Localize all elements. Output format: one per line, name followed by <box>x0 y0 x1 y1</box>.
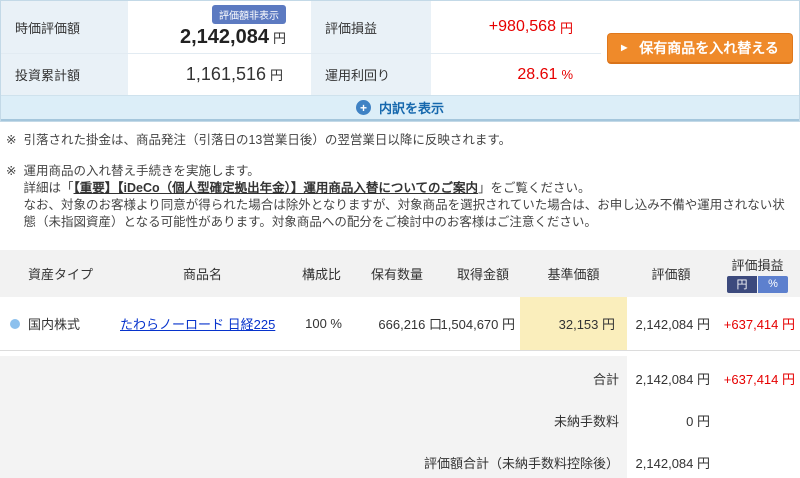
ratio-cell: 100 % <box>295 297 348 350</box>
header-acquisition: 取得金額 <box>446 250 520 297</box>
product-name-cell: たわらノーロード 日経225 <box>110 297 295 350</box>
note-line: 運用商品の入れ替え手続きを実施します。 <box>23 163 794 180</box>
valuation-cell: 2,142,084 円 <box>627 297 715 350</box>
header-asset-type: 資産タイプ <box>0 250 110 297</box>
valuation-summary-panel: 時価評価額 評価額非表示 2,142,084円 評価損益 +980,568円 ▶… <box>0 0 800 122</box>
pl-unit-toggle: 円 % <box>727 276 788 293</box>
total-label: 合計 <box>0 369 627 388</box>
swap-button-area: ▶ 保有商品を入れ替える <box>601 1 799 95</box>
total-valuation: 2,142,084 円 <box>627 369 715 388</box>
total-pl: +637,414 円 <box>715 369 800 388</box>
plus-icon: + <box>356 100 371 115</box>
notes-section: ※ 引落された掛金は、商品発注（引落日の13営業日後）の翌営業日以降に反映されま… <box>0 122 800 231</box>
ideco-holdings-page: 時価評価額 評価額非表示 2,142,084円 評価損益 +980,568円 ▶… <box>0 0 800 478</box>
header-nav: 基準価額 <box>520 250 627 297</box>
header-ratio: 構成比 <box>295 250 348 297</box>
pl-value: +980,568 <box>489 18 556 36</box>
pl-label: 評価損益 <box>311 1 431 54</box>
breakdown-label: 内訳を表示 <box>379 98 444 117</box>
asset-type-cell: 国内株式 <box>0 297 110 350</box>
invested-unit: 円 <box>270 65 283 84</box>
swap-products-button[interactable]: ▶ 保有商品を入れ替える <box>607 33 793 64</box>
note-text: 引落された掛金は、商品発注（引落日の13営業日後）の翌営業日以降に反映されます。 <box>23 132 511 149</box>
hidden-valuation-badge: 評価額非表示 <box>212 5 286 24</box>
market-value-label: 時価評価額 <box>1 1 128 54</box>
yield-value: 28.61 <box>517 66 557 84</box>
header-pl-label: 評価損益 <box>731 255 783 274</box>
table-summary: 合計 2,142,084 円 +637,414 円 未納手数料 0 円 評価額合… <box>0 356 800 478</box>
asset-type-value: 国内株式 <box>28 314 80 333</box>
pl-unit-toggle-yen[interactable]: 円 <box>727 276 757 293</box>
market-value: 2,142,084 <box>180 26 269 48</box>
product-name-link[interactable]: たわらノーロード 日経225 <box>120 314 275 333</box>
yield-label: 運用利回り <box>311 54 431 95</box>
yield-unit: % <box>561 67 573 82</box>
note-marker: ※ <box>6 132 16 149</box>
invested-value-cell: 1,161,516円 <box>128 54 311 95</box>
unpaid-fee-value: 0 円 <box>627 411 715 430</box>
note-line: なお、対象のお客様より同意が得られた場合は除外となりますが、対象商品を選択されて… <box>23 197 794 231</box>
unpaid-fee-label: 未納手数料 <box>0 411 627 430</box>
table-row: 国内株式 たわらノーロード 日経225 100 % 666,216 口 1,50… <box>0 297 800 351</box>
pl-cell: +637,414 円 <box>715 297 800 350</box>
unpaid-fee-row: 未納手数料 0 円 <box>0 408 800 432</box>
show-breakdown-toggle[interactable]: + 内訳を表示 <box>1 95 799 121</box>
note-text: 」をご覧ください。 <box>478 181 591 195</box>
swap-button-label: 保有商品を入れ替える <box>639 38 779 58</box>
pl-unit-toggle-percent[interactable]: % <box>758 276 788 293</box>
header-product-name: 商品名 <box>110 250 295 297</box>
nav-cell-highlighted: 32,153 円 <box>520 297 627 350</box>
quantity-cell: 666,216 口 <box>348 297 446 350</box>
note-text: 詳細は「 <box>23 181 73 195</box>
yield-value-cell: 28.61% <box>431 54 601 95</box>
total-after-fee-row: 評価額合計（未納手数料控除後） 2,142,084 円 <box>0 450 800 474</box>
note-deposit-reflection: ※ 引落された掛金は、商品発注（引落日の13営業日後）の翌営業日以降に反映されま… <box>6 132 794 149</box>
holdings-table: 資産タイプ 商品名 構成比 保有数量 取得金額 基準価額 評価額 評価損益 円 … <box>0 250 800 478</box>
note-product-swap: ※ 運用商品の入れ替え手続きを実施します。 詳細は「【重要】【iDeCo（個人型… <box>6 163 794 231</box>
header-quantity: 保有数量 <box>348 250 446 297</box>
note-marker: ※ <box>6 163 16 231</box>
table-header-row: 資産タイプ 商品名 構成比 保有数量 取得金額 基準価額 評価額 評価損益 円 … <box>0 250 800 297</box>
invested-value: 1,161,516 <box>186 64 266 85</box>
header-valuation: 評価額 <box>627 250 715 297</box>
product-swap-guide-link[interactable]: 【重要】【iDeCo（個人型確定拠出年金）】運用商品入替についてのご案内 <box>74 181 479 195</box>
market-value-unit: 円 <box>273 31 286 46</box>
total-row: 合計 2,142,084 円 +637,414 円 <box>0 366 800 390</box>
acquisition-cell: 1,504,670 円 <box>446 297 520 350</box>
total-after-fee-value: 2,142,084 円 <box>627 453 715 472</box>
market-value-cell: 評価額非表示 2,142,084 円 <box>128 1 311 54</box>
arrow-right-icon: ▶ <box>621 43 627 52</box>
pl-unit: 円 <box>560 18 573 37</box>
total-after-fee-label: 評価額合計（未納手数料控除後） <box>0 453 627 472</box>
invested-label: 投資累計額 <box>1 54 128 95</box>
asset-type-dot-icon <box>10 319 20 329</box>
header-pl: 評価損益 円 % <box>715 250 800 297</box>
note-line: 詳細は「【重要】【iDeCo（個人型確定拠出年金）】運用商品入替についてのご案内… <box>23 180 794 197</box>
pl-value-cell: +980,568円 <box>431 1 601 54</box>
